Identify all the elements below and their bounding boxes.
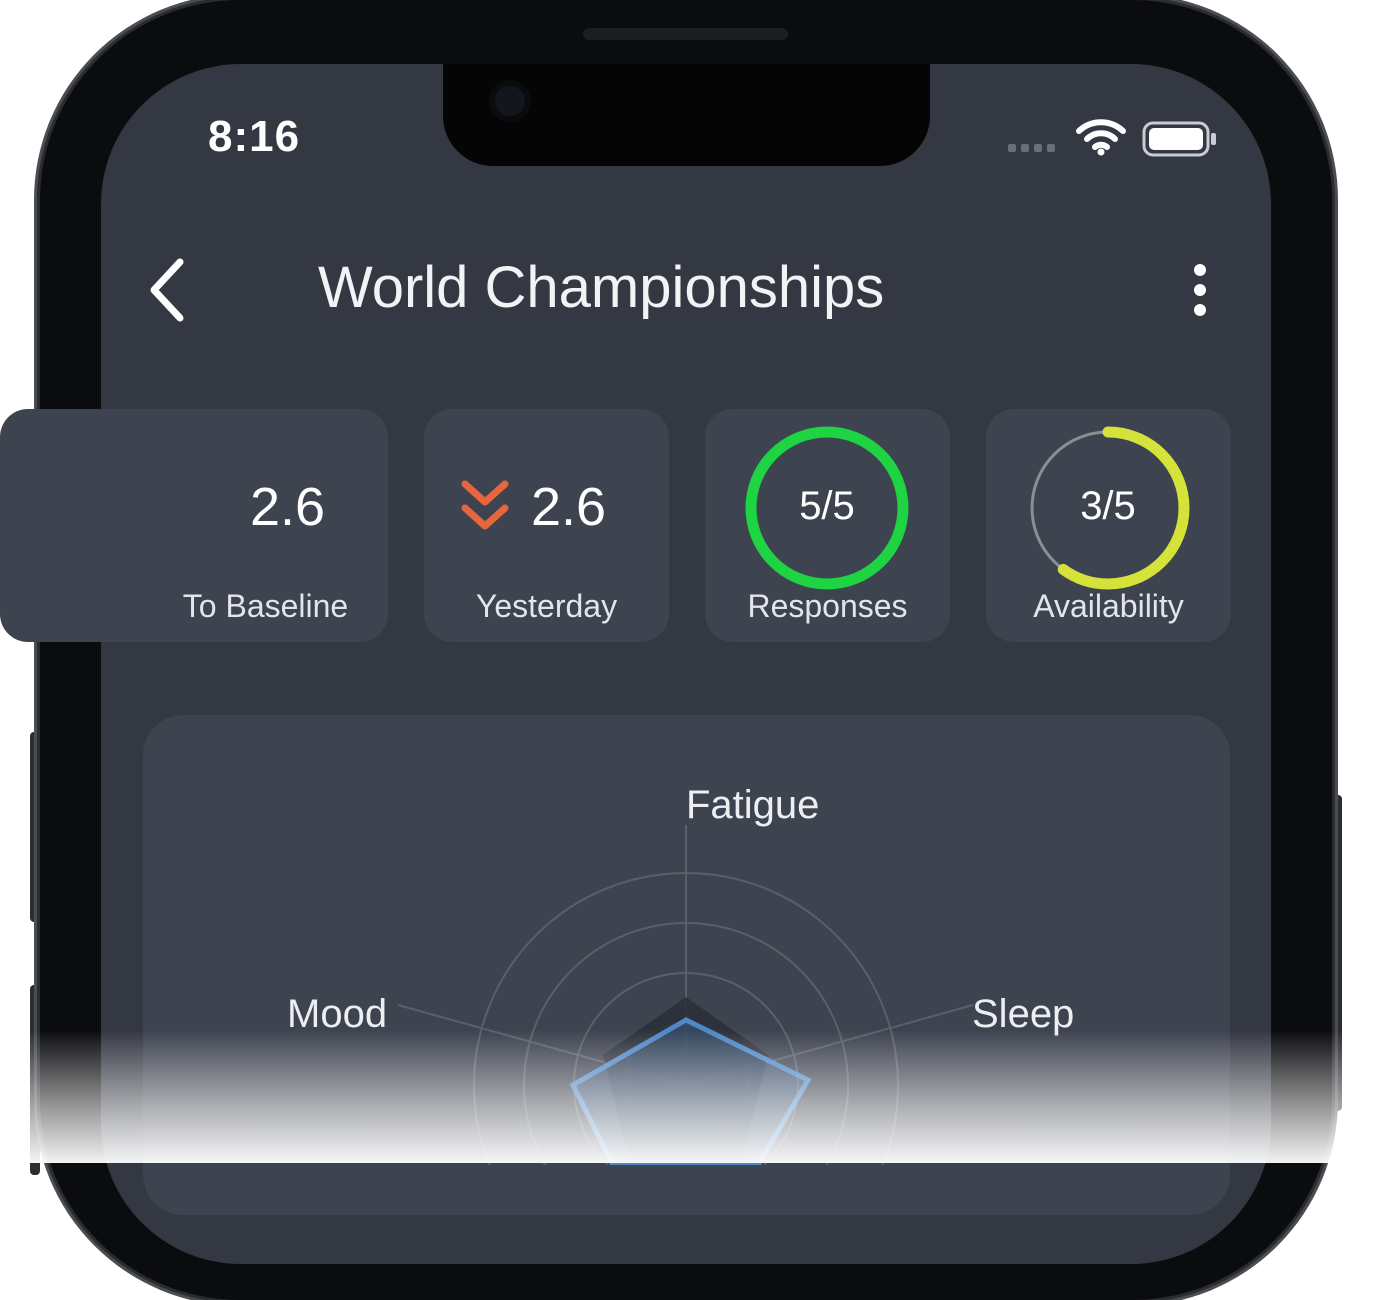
yesterday-value: 2.6 bbox=[531, 477, 607, 537]
back-chevron-icon[interactable] bbox=[148, 258, 188, 322]
wifi-icon bbox=[1076, 119, 1126, 156]
trend-down-icon bbox=[461, 480, 509, 530]
more-options-icon[interactable] bbox=[1188, 264, 1212, 316]
availability-label: Availability bbox=[1033, 588, 1184, 624]
responses-label: Responses bbox=[747, 588, 908, 624]
to-baseline-label: To Baseline bbox=[182, 588, 349, 624]
availability-value: 3/5 bbox=[1080, 484, 1136, 528]
earpiece-speaker bbox=[583, 28, 788, 40]
cellular-signal-icon bbox=[1008, 144, 1055, 152]
battery-icon bbox=[1142, 121, 1216, 157]
volume-up-button bbox=[30, 732, 40, 922]
yesterday-label: Yesterday bbox=[475, 588, 618, 624]
status-time: 8:16 bbox=[208, 112, 301, 161]
bottom-fade-overlay bbox=[0, 1030, 1374, 1163]
responses-value: 5/5 bbox=[799, 484, 855, 528]
to-baseline-value: 2.6 bbox=[250, 477, 326, 537]
front-camera bbox=[489, 80, 531, 122]
radar-axis-fatigue: Fatigue bbox=[686, 783, 820, 827]
page-title: World Championships bbox=[318, 255, 885, 320]
